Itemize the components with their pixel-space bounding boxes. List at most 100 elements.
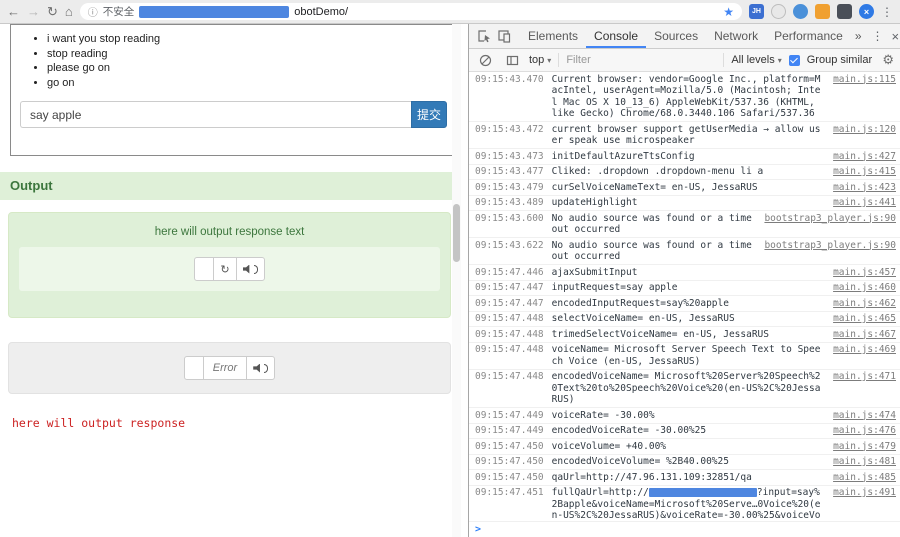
log-timestamp: 09:15:47.450 <box>475 440 544 452</box>
console-log-row: 09:15:47.450 encodedVoiceVolume= %2B40.00… <box>469 455 900 470</box>
source-link[interactable]: main.js:469 <box>833 344 896 356</box>
console-sidebar-icon[interactable] <box>502 51 522 69</box>
device-toolbar-icon[interactable] <box>494 27 514 45</box>
log-timestamp: 09:15:43.473 <box>475 150 544 162</box>
log-timestamp: 09:15:47.446 <box>475 266 544 278</box>
speaker-icon <box>242 264 250 274</box>
log-message: trimedSelectVoiceName= en-US, JessaRUS <box>551 328 769 340</box>
console-log-row: 09:15:43.479 curSelVoiceNameText= en-US, … <box>469 180 900 196</box>
extension-icon[interactable] <box>793 4 808 19</box>
source-link[interactable]: main.js:485 <box>833 472 896 484</box>
chevron-down-icon: ▾ <box>547 55 552 65</box>
log-timestamp: 09:15:43.477 <box>475 166 544 177</box>
log-timestamp: 09:15:43.479 <box>475 181 544 193</box>
log-timestamp: 09:15:43.472 <box>475 123 544 135</box>
log-message: encodedVoiceVolume= %2B40.00%25 <box>551 456 729 467</box>
console-log-row: 09:15:43.477 Cliked: .dropdown .dropdown-… <box>469 165 900 180</box>
console-log-row: 09:15:47.451 fullQaUrl=http://?input=say%… <box>469 486 900 521</box>
submit-button[interactable]: 提交 <box>411 101 447 128</box>
source-link[interactable]: main.js:471 <box>833 371 896 383</box>
console-log-row: 09:15:43.600 No audio source was found or… <box>469 211 900 238</box>
source-link[interactable]: main.js:462 <box>833 298 896 310</box>
reload-icon[interactable]: ↻ <box>47 5 58 18</box>
log-level-selector[interactable]: All levels ▾ <box>731 54 781 66</box>
sound-wave-icon <box>253 264 258 274</box>
page-content: i want you stop readingstop readingpleas… <box>0 24 461 537</box>
extension-icon[interactable]: × <box>859 4 874 19</box>
console-log-row: 09:15:47.447 encodedInputRequest=say%20ap… <box>469 296 900 312</box>
context-selector[interactable]: top ▾ <box>529 54 551 66</box>
tab-console[interactable]: Console <box>586 24 646 48</box>
extension-icon[interactable] <box>815 4 830 19</box>
on-demand-audio-panel: Error <box>8 342 451 394</box>
source-link[interactable]: main.js:476 <box>833 425 896 437</box>
player-button-group: ↻ <box>194 257 265 281</box>
log-message: inputRequest=say apple <box>551 282 678 293</box>
log-message: encodedVoiceName= Microsoft%20Server%20S… <box>551 371 821 405</box>
tab-performance[interactable]: Performance <box>766 24 851 48</box>
log-message: voiceRate= -30.00% <box>551 409 655 421</box>
back-icon[interactable]: ← <box>7 5 20 18</box>
settings-gear-icon[interactable]: ⚙ <box>882 52 894 68</box>
info-icon[interactable]: ⓘ <box>88 4 98 19</box>
tab-sources[interactable]: Sources <box>646 24 706 48</box>
source-link[interactable]: main.js:115 <box>833 74 896 86</box>
player-volume-button[interactable] <box>246 356 276 380</box>
speaker-icon <box>253 363 260 373</box>
log-timestamp: 09:15:43.470 <box>475 73 544 85</box>
source-link[interactable]: main.js:460 <box>833 282 896 294</box>
filter-input[interactable]: Filter <box>566 54 716 66</box>
devtools-menu-icon[interactable]: ⋮ <box>866 29 890 43</box>
player-replay-button[interactable]: ↻ <box>213 257 237 281</box>
player-error-button[interactable]: Error <box>202 356 248 380</box>
source-link[interactable]: main.js:423 <box>833 182 896 194</box>
log-message: selectVoiceName= en-US, JessaRUS <box>551 313 735 324</box>
extension-icon[interactable] <box>771 4 786 19</box>
audio-player: ↻ <box>19 247 440 291</box>
source-link[interactable]: main.js:479 <box>833 441 896 453</box>
home-icon[interactable]: ⌂ <box>65 5 73 18</box>
source-link[interactable]: main.js:481 <box>833 456 896 468</box>
source-link[interactable]: main.js:491 <box>833 487 896 499</box>
tabs-overflow-icon[interactable]: » <box>851 29 866 43</box>
source-link[interactable]: main.js:457 <box>833 267 896 279</box>
speech-input[interactable] <box>20 101 411 128</box>
console-log-row: 09:15:47.448 voiceName= Microsoft Server … <box>469 343 900 370</box>
browser-menu-icon[interactable]: ⋮ <box>881 5 893 19</box>
clear-console-icon[interactable] <box>475 51 495 69</box>
source-link[interactable]: main.js:465 <box>833 313 896 325</box>
tab-elements[interactable]: Elements <box>520 24 586 48</box>
source-link[interactable]: main.js:427 <box>833 151 896 163</box>
source-link[interactable]: main.js:474 <box>833 410 896 422</box>
url-redacted-block <box>139 5 290 18</box>
player-blank-button[interactable] <box>194 257 215 281</box>
inspect-icon[interactable] <box>474 27 494 45</box>
source-link[interactable]: main.js:441 <box>833 197 896 209</box>
speech-input-row: 提交 <box>20 101 447 128</box>
console-log-row: 09:15:47.447 inputRequest=say apple main.j… <box>469 281 900 296</box>
page-scrollbar[interactable] <box>452 24 461 537</box>
forward-icon[interactable]: → <box>27 5 40 18</box>
source-link[interactable]: main.js:120 <box>833 124 896 136</box>
player-volume-button[interactable] <box>235 257 265 281</box>
devtools-tabs: Elements Console Sources Network Performance <box>520 24 851 48</box>
log-timestamp: 09:15:47.447 <box>475 282 544 293</box>
scrollbar-thumb[interactable] <box>453 204 460 262</box>
player-blank-button[interactable] <box>183 356 204 380</box>
devtools-close-icon[interactable]: × <box>890 29 900 44</box>
log-message: voiceVolume= +40.00% <box>551 440 667 452</box>
source-link[interactable]: bootstrap3_player.js:90 <box>764 213 896 225</box>
source-link[interactable]: main.js:467 <box>833 329 896 341</box>
console-log-row: 09:15:47.448 encodedVoiceName= Microsoft%… <box>469 370 900 408</box>
extension-icon[interactable] <box>837 4 852 19</box>
console-log-list: 09:15:43.470 Current browser: vendor=Goog… <box>469 72 900 521</box>
bookmark-star-icon[interactable]: ★ <box>723 5 734 19</box>
address-bar[interactable]: ⓘ 不安全 obotDemo/ ★ <box>79 3 742 20</box>
source-link[interactable]: main.js:415 <box>833 166 896 178</box>
extension-jh-icon[interactable]: JH <box>749 4 764 19</box>
group-similar-checkbox[interactable] <box>788 54 800 66</box>
console-prompt[interactable]: > <box>469 521 900 537</box>
log-timestamp: 09:15:47.451 <box>475 487 544 498</box>
tab-network[interactable]: Network <box>706 24 766 48</box>
source-link[interactable]: bootstrap3_player.js:90 <box>764 240 896 252</box>
